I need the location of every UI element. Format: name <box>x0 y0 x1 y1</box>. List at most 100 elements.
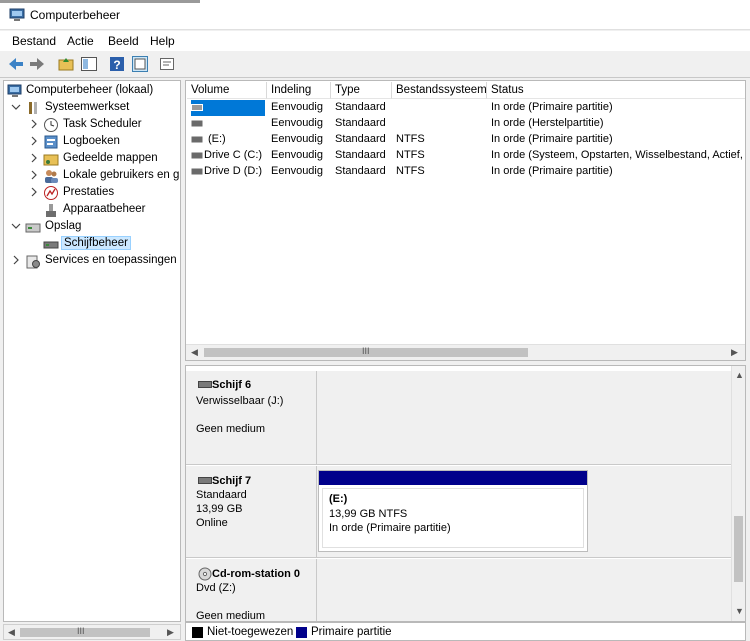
disk-vertical-scrollbar[interactable]: ▲ ▼ <box>731 366 745 621</box>
title-top-strip <box>0 0 200 3</box>
partition-e[interactable]: (E:) 13,99 GB NTFS In orde (Primaire par… <box>318 470 588 552</box>
up-folder-icon[interactable] <box>57 55 75 73</box>
tree-label: Schijfbeheer <box>61 236 131 250</box>
tree-horizontal-scrollbar[interactable]: ◀ III ▶ <box>3 624 181 640</box>
column-header-volume[interactable]: Volume <box>187 82 267 99</box>
disk-line1: Verwisselbaar (J:) <box>196 395 284 407</box>
tree-item-logboeken[interactable]: Logboeken <box>4 134 180 151</box>
disk-title: Cd-rom-station 0 <box>212 568 300 580</box>
scroll-up-icon[interactable]: ▲ <box>735 370 744 380</box>
menu-actie[interactable]: Actie <box>67 34 94 48</box>
services-icon <box>26 255 40 269</box>
chevron-right-icon[interactable] <box>11 255 21 265</box>
volume-icon <box>191 152 203 159</box>
view-pane-icon[interactable] <box>131 55 149 73</box>
scroll-thumb[interactable] <box>734 516 743 582</box>
navigation-tree: Computerbeheer (lokaal) Systeemwerkset T… <box>3 80 181 622</box>
menu-bar: Bestand Actie Beeld Help <box>0 31 750 51</box>
tree-item-schijfbeheer[interactable]: Schijfbeheer <box>4 236 180 253</box>
volume-list-horizontal-scrollbar[interactable]: ◀ III ▶ <box>186 344 745 360</box>
chevron-right-icon[interactable] <box>29 136 39 146</box>
volume-indeling: Eenvoudig <box>271 117 323 129</box>
computer-management-icon <box>9 8 25 21</box>
window-title: Computerbeheer <box>30 8 121 22</box>
tree-label: Opslag <box>45 220 82 232</box>
back-arrow-icon[interactable] <box>7 55 25 73</box>
column-header-bestandssysteem[interactable]: Bestandssysteem <box>392 82 487 99</box>
tree-item-prestaties[interactable]: Prestaties <box>4 185 180 202</box>
volume-type: Standaard <box>335 117 386 129</box>
volume-row[interactable]: Drive D (D:) Eenvoudig Standaard NTFS In… <box>186 164 745 180</box>
partition-status: In orde (Primaire partitie) <box>329 522 451 534</box>
shared-folder-icon <box>43 154 59 166</box>
disk-line1: Standaard <box>196 489 247 501</box>
volume-type: Standaard <box>335 133 386 145</box>
toolbar: ? <box>0 51 750 78</box>
disk-graphical-view: Schijf 6 Verwisselbaar (J:) Geen medium … <box>185 365 746 622</box>
properties-icon[interactable] <box>158 55 176 73</box>
tree-item-root[interactable]: Computerbeheer (lokaal) <box>4 83 180 100</box>
scroll-grip: III <box>362 346 370 356</box>
disk-partition-area <box>318 559 731 621</box>
volume-row[interactable]: Drive C (C:) Eenvoudig Standaard NTFS In… <box>186 148 745 164</box>
forward-arrow-icon[interactable] <box>28 55 46 73</box>
partition-size: 13,99 GB NTFS <box>329 508 408 520</box>
legend-label-primary: Primaire partitie <box>311 626 392 638</box>
scroll-right-icon[interactable]: ▶ <box>731 347 738 358</box>
tree-item-lokale-gebruikers[interactable]: Lokale gebruikers en gr <box>4 168 180 185</box>
tree-item-apparaatbeheer[interactable]: Apparaatbeheer <box>4 202 180 219</box>
volume-fs: NTFS <box>396 149 425 161</box>
show-hide-tree-icon[interactable] <box>80 55 98 73</box>
disk-row-schijf-7[interactable]: Schijf 7 Standaard 13,99 GB Online (E:) … <box>186 466 731 558</box>
removable-disk-icon <box>198 381 212 388</box>
disk-info[interactable]: Cd-rom-station 0 Dvd (Z:) Geen medium <box>186 559 317 621</box>
scroll-left-icon[interactable]: ◀ <box>191 347 198 358</box>
help-icon[interactable]: ? <box>108 55 126 73</box>
volume-row[interactable]: Eenvoudig Standaard In orde (Primaire pa… <box>186 100 745 116</box>
disk-line2: 13,99 GB <box>196 503 243 515</box>
disk-row-cdrom[interactable]: Cd-rom-station 0 Dvd (Z:) Geen medium <box>186 559 731 621</box>
title-bar: Computerbeheer <box>0 0 750 30</box>
volume-icon <box>191 136 203 143</box>
volume-icon <box>191 168 203 175</box>
menu-bestand[interactable]: Bestand <box>12 34 56 48</box>
chevron-down-icon[interactable] <box>11 221 21 231</box>
column-header-indeling[interactable]: Indeling <box>267 82 331 99</box>
volume-name: Drive C (C:) <box>204 149 263 161</box>
column-header-status[interactable]: Status <box>487 82 745 99</box>
volume-list: Volume Indeling Type Bestandssysteem Sta… <box>185 80 746 361</box>
chevron-right-icon[interactable] <box>29 153 39 163</box>
legend-bar: Niet-toegewezen Primaire partitie <box>185 622 746 641</box>
volume-indeling: Eenvoudig <box>271 165 323 177</box>
scroll-down-icon[interactable]: ▼ <box>735 606 744 616</box>
volume-row[interactable]: Eenvoudig Standaard In orde (Herstelpart… <box>186 116 745 132</box>
chevron-down-icon[interactable] <box>11 102 21 112</box>
chevron-right-icon[interactable] <box>29 170 39 180</box>
disk-info[interactable]: Schijf 6 Verwisselbaar (J:) Geen medium <box>186 371 317 464</box>
chevron-right-icon[interactable] <box>29 119 39 129</box>
volume-icon <box>191 120 203 127</box>
tree-item-systeemwerkset[interactable]: Systeemwerkset <box>4 100 180 117</box>
chevron-right-icon[interactable] <box>29 187 39 197</box>
tree-item-services[interactable]: Services en toepassingen <box>4 253 180 270</box>
volume-row[interactable]: (E:) Eenvoudig Standaard NTFS In orde (P… <box>186 132 745 148</box>
disk-row-schijf-6[interactable]: Schijf 6 Verwisselbaar (J:) Geen medium <box>186 371 731 465</box>
volume-status: In orde (Herstelpartitie) <box>491 117 604 129</box>
menu-beeld[interactable]: Beeld <box>108 34 139 48</box>
legend-label-unallocated: Niet-toegewezen <box>207 626 294 638</box>
scroll-right-icon[interactable]: ▶ <box>167 627 174 638</box>
scroll-thumb[interactable] <box>20 628 150 637</box>
volume-fs: NTFS <box>396 133 425 145</box>
disk-info[interactable]: Schijf 7 Standaard 13,99 GB Online <box>186 466 317 557</box>
scroll-left-icon[interactable]: ◀ <box>8 627 15 638</box>
menu-help[interactable]: Help <box>150 34 175 48</box>
tree-item-gedeelde-mappen[interactable]: Gedeelde mappen <box>4 151 180 168</box>
computer-management-window: Computerbeheer Bestand Actie Beeld Help … <box>0 0 750 641</box>
tree-item-opslag[interactable]: Opslag <box>4 219 180 236</box>
disk-management-icon <box>43 241 59 249</box>
tree-item-task-scheduler[interactable]: Task Scheduler <box>4 117 180 134</box>
tree-label: Task Scheduler <box>63 118 142 130</box>
volume-status: In orde (Primaire partitie) <box>491 133 613 145</box>
volume-indeling: Eenvoudig <box>271 133 323 145</box>
column-header-type[interactable]: Type <box>331 82 392 99</box>
